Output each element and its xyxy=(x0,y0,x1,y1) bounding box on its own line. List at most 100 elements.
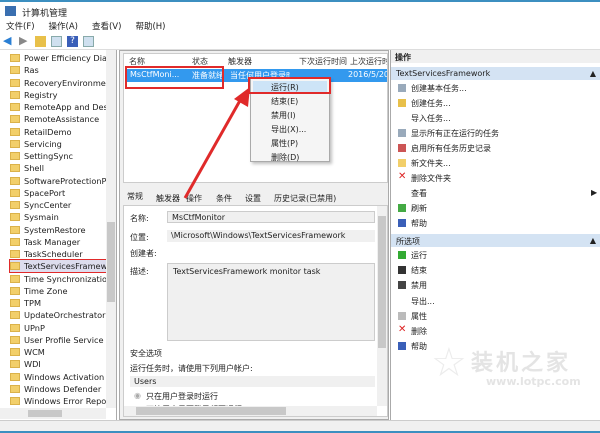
menu-file[interactable]: 文件(F) xyxy=(6,22,35,32)
menu-item-delete[interactable]: 删除(D) xyxy=(271,152,299,163)
tree-item[interactable]: TPM xyxy=(10,297,106,309)
folder-icon xyxy=(10,213,20,222)
tree-item-label: TaskScheduler xyxy=(24,249,83,259)
action-item[interactable]: 禁用 xyxy=(398,280,427,291)
tree-vertical-scrollbar[interactable] xyxy=(106,50,116,408)
section-textservicesframework[interactable]: TextServicesFramework ▲ xyxy=(391,67,600,80)
tree-item[interactable]: Shell xyxy=(10,162,106,174)
section-title: 所选项 xyxy=(396,237,420,246)
tree-item[interactable]: Task Manager xyxy=(10,236,106,248)
action-item[interactable]: 导入任务... xyxy=(411,113,451,124)
tree-horizontal-scrollbar[interactable] xyxy=(0,408,106,419)
submenu-arrow-icon: ▶ xyxy=(591,188,598,197)
menu-item-end[interactable]: 结束(E) xyxy=(271,96,298,107)
tree-item[interactable]: Time Zone xyxy=(10,285,106,297)
actions-pane: 操作 TextServicesFramework ▲ 所选项 ▲ 装机之家 www.… xyxy=(390,50,600,420)
column-next-run[interactable]: 下次运行时间 xyxy=(299,56,347,67)
menu-item-disable[interactable]: 禁用(I) xyxy=(271,110,296,121)
scroll-thumb[interactable] xyxy=(378,216,386,348)
show-hide-tree-icon[interactable] xyxy=(51,36,62,47)
tab-triggers[interactable]: 触发器 xyxy=(156,193,180,204)
menu-item-properties[interactable]: 属性(P) xyxy=(271,138,298,149)
menu-item-export[interactable]: 导出(X)... xyxy=(271,124,306,135)
action-item[interactable]: 刷新 xyxy=(398,203,427,214)
action-item[interactable]: 启用所有任务历史记录 xyxy=(398,143,491,154)
scroll-thumb[interactable] xyxy=(107,222,115,302)
tree-item[interactable]: Windows Activation Te xyxy=(10,371,106,383)
action-item[interactable]: 查看 ▶ xyxy=(411,188,597,199)
action-item[interactable]: 结束 xyxy=(398,265,427,276)
tree-item[interactable]: UpdateOrchestrator xyxy=(10,309,106,321)
tree-item[interactable]: SoftwareProtectionPlat xyxy=(10,175,106,187)
tree-item[interactable]: SystemRestore xyxy=(10,224,106,236)
folder-icon xyxy=(10,237,20,246)
help-icon[interactable]: ? xyxy=(67,36,78,47)
tree-item[interactable]: SettingSync xyxy=(10,150,106,162)
tree-item[interactable]: RemoteAssistance xyxy=(10,113,106,125)
tree-item-label: Windows Defender xyxy=(24,383,102,394)
menu-view[interactable]: 查看(V) xyxy=(92,22,121,32)
column-trigger[interactable]: 触发器 xyxy=(228,56,252,67)
scroll-thumb[interactable] xyxy=(28,410,62,417)
action-item[interactable]: 创建基本任务... xyxy=(398,83,467,94)
tab-history[interactable]: 历史记录(已禁用) xyxy=(274,193,336,204)
back-icon[interactable]: ◀ xyxy=(3,35,14,47)
action-item[interactable]: 导出... xyxy=(411,296,435,307)
tree-item[interactable]: RetailDemo xyxy=(10,126,106,138)
folder-icon xyxy=(10,188,20,197)
tree-item[interactable]: WDI xyxy=(10,358,106,370)
show-hide-action-icon[interactable] xyxy=(83,36,94,47)
action-label: 运行 xyxy=(411,251,427,260)
name-field[interactable]: MsCtfMonitor xyxy=(167,211,375,223)
tree-item[interactable]: Servicing xyxy=(10,138,106,150)
action-item[interactable]: 显示所有正在运行的任务 xyxy=(398,128,499,139)
menu-help[interactable]: 帮助(H) xyxy=(135,22,165,32)
tree-item[interactable]: SyncCenter xyxy=(10,199,106,211)
details-vertical-scrollbar[interactable] xyxy=(377,206,387,406)
scroll-thumb[interactable] xyxy=(136,407,286,415)
tree-item[interactable]: WCM xyxy=(10,346,106,358)
tree-item[interactable]: RemoteApp and Desk xyxy=(10,101,106,113)
action-item[interactable]: 运行 xyxy=(398,250,427,261)
tree-item[interactable]: Registry xyxy=(10,89,106,101)
tab-general[interactable]: 常规 xyxy=(127,191,143,202)
tree-item[interactable]: UPnP xyxy=(10,322,106,334)
action-item[interactable]: ✕ 删除文件夹 xyxy=(398,171,451,184)
tree-item[interactable]: RecoveryEnvironment xyxy=(10,77,106,89)
action-item[interactable]: 新文件夹... xyxy=(398,158,451,169)
tree-item[interactable]: User Profile Service xyxy=(10,334,106,346)
collapse-icon[interactable]: ▲ xyxy=(590,236,596,245)
details-horizontal-scrollbar[interactable] xyxy=(124,406,377,416)
forward-icon[interactable]: ▶ xyxy=(19,35,30,47)
action-item[interactable]: 帮助 xyxy=(398,341,427,352)
task-last-run: 2016/5/20 1 xyxy=(348,70,388,79)
tree-item-label: WCM xyxy=(24,347,45,357)
tree-item[interactable]: Ras xyxy=(10,64,106,76)
section-selected-item[interactable]: 所选项 ▲ xyxy=(391,234,600,247)
tree-item-label: RemoteAssistance xyxy=(24,114,100,125)
action-item[interactable]: 帮助 xyxy=(398,218,427,229)
radio-logged-on[interactable]: ◉ xyxy=(134,391,141,400)
radio-logged-on-label: 只在用户登录时运行 xyxy=(146,392,218,401)
tree-item[interactable]: Sysmain xyxy=(10,211,106,223)
tree-item[interactable]: Time Synchronization xyxy=(10,273,106,285)
tree-item[interactable]: Windows Defender xyxy=(10,383,106,395)
collapse-icon[interactable]: ▲ xyxy=(590,69,596,78)
menu-action[interactable]: 操作(A) xyxy=(49,22,78,32)
tree-item[interactable]: TaskScheduler xyxy=(10,248,106,260)
action-item[interactable]: 创建任务... xyxy=(398,98,451,109)
watermark-text: 装机之家 xyxy=(471,351,572,376)
column-last-run[interactable]: 上次运行时间 xyxy=(350,56,387,67)
action-item[interactable]: ✕ 删除 xyxy=(398,324,427,337)
tree-item[interactable]: Windows Error Report xyxy=(10,395,106,407)
tree-item[interactable]: TextServicesFramewor xyxy=(9,259,107,274)
tree-item[interactable]: SpacePort xyxy=(10,187,106,199)
name-label: 名称: xyxy=(130,214,149,223)
up-folder-icon[interactable] xyxy=(35,36,46,47)
tree-item-label: SettingSync xyxy=(24,151,74,161)
description-field[interactable]: TextServicesFramework monitor task xyxy=(167,263,375,341)
tree-item-label: WDI xyxy=(24,359,41,370)
tree-item[interactable]: Power Efficiency Diagr xyxy=(10,52,106,64)
action-item[interactable]: 属性 xyxy=(398,311,427,322)
location-value: \Microsoft\Windows\TextServicesFramework xyxy=(167,230,375,242)
